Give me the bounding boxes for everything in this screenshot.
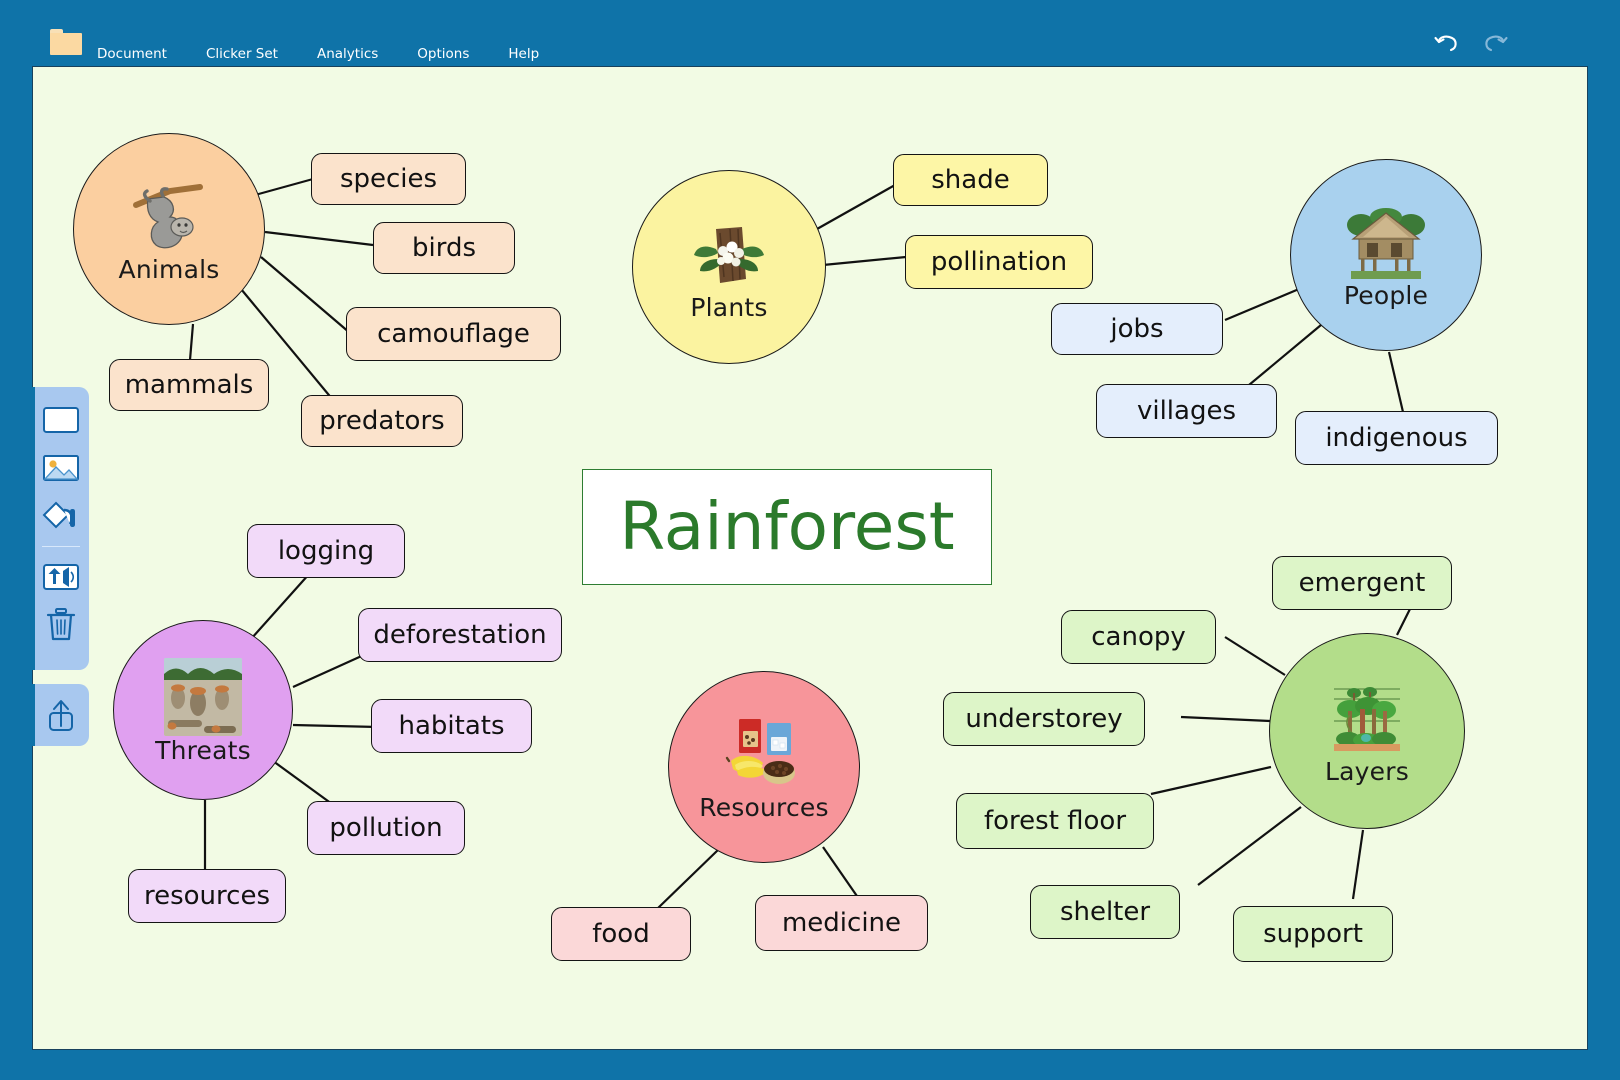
chip-support-text: support	[1263, 919, 1363, 949]
chip-shelter-text: shelter	[1059, 897, 1151, 927]
node-plants[interactable]: Plants	[632, 170, 826, 364]
chip-indigenous-text: indigenous	[1325, 423, 1468, 453]
node-threats[interactable]: Threats	[113, 620, 293, 800]
paint-fill-icon[interactable]	[41, 497, 81, 535]
tool-divider	[41, 546, 80, 547]
chip-habitats-text: habitats	[398, 711, 505, 741]
tool-palette-secondary	[32, 684, 89, 746]
chip-understorey-text: understorey	[965, 704, 1123, 734]
share-icon[interactable]	[41, 696, 81, 734]
chip-pollination[interactable]: pollination	[905, 235, 1093, 289]
application-window: Document Clicker Set Analytics Options H…	[0, 0, 1620, 1080]
chip-forest-floor[interactable]: forest floor	[956, 793, 1154, 849]
mindmap-canvas[interactable]: Rainforest Animals species birds camoufl…	[32, 66, 1588, 1050]
sloth-image	[130, 177, 208, 255]
chip-mammals-text: mammals	[124, 370, 254, 400]
menu-item-help[interactable]: Help	[508, 45, 558, 63]
sound-icon[interactable]	[41, 558, 81, 596]
mindmap-center-title[interactable]: Rainforest	[582, 469, 992, 585]
chip-forest-floor-text: forest floor	[983, 806, 1127, 836]
chip-food[interactable]: food	[551, 907, 691, 961]
chip-pollution[interactable]: pollution	[307, 801, 465, 855]
chip-shade[interactable]: shade	[893, 154, 1048, 206]
chip-indigenous[interactable]: indigenous	[1295, 411, 1498, 465]
chip-understorey[interactable]: understorey	[943, 692, 1145, 746]
window-controls	[1432, 30, 1510, 60]
chip-birds[interactable]: birds	[373, 222, 515, 274]
chip-medicine-text: medicine	[781, 908, 902, 938]
chip-camouflage-text: camouflage	[377, 319, 530, 349]
node-layers-label: Layers	[1325, 756, 1409, 786]
node-people[interactable]: People	[1290, 159, 1482, 351]
node-resources[interactable]: Resources	[668, 671, 860, 863]
undo-icon[interactable]	[1432, 30, 1462, 60]
chip-jobs[interactable]: jobs	[1051, 303, 1223, 355]
chip-predators-text: predators	[319, 406, 445, 436]
chip-species[interactable]: species	[311, 153, 466, 205]
chip-villages[interactable]: villages	[1096, 384, 1277, 438]
chip-food-text: food	[592, 919, 650, 949]
title-bar: Document Clicker Set Analytics Options H…	[0, 0, 1620, 66]
chip-canopy-text: canopy	[1091, 622, 1186, 652]
chip-logging[interactable]: logging	[247, 524, 405, 578]
chip-medicine[interactable]: medicine	[755, 895, 928, 951]
menu-bar: Document Clicker Set Analytics Options H…	[97, 45, 558, 63]
chip-villages-text: villages	[1136, 396, 1237, 426]
chip-jobs-text: jobs	[1110, 314, 1164, 344]
tool-palette	[32, 387, 89, 670]
chip-logging-text: logging	[277, 536, 375, 566]
redo-icon[interactable]	[1480, 30, 1510, 60]
node-threats-label: Threats	[155, 735, 251, 765]
node-animals[interactable]: Animals	[73, 133, 265, 325]
chip-support[interactable]: support	[1233, 906, 1393, 962]
chip-pollination-text: pollination	[930, 247, 1068, 277]
folder-icon[interactable]	[50, 29, 82, 55]
node-animals-label: Animals	[118, 254, 220, 284]
chip-habitats[interactable]: habitats	[371, 699, 532, 753]
food-image	[725, 715, 803, 793]
chip-camouflage[interactable]: camouflage	[346, 307, 561, 361]
chip-shade-text: shade	[931, 165, 1010, 195]
orchid-image	[690, 215, 768, 293]
node-people-label: People	[1343, 280, 1429, 310]
forest-layers-image	[1328, 679, 1406, 757]
chip-predators[interactable]: predators	[301, 395, 463, 447]
chip-threat-resources-text: resources	[143, 881, 270, 911]
chip-pollution-text: pollution	[329, 813, 443, 843]
node-layers[interactable]: Layers	[1269, 633, 1465, 829]
menu-item-document[interactable]: Document	[97, 45, 186, 63]
chip-deforestation[interactable]: deforestation	[358, 608, 562, 662]
trash-icon[interactable]	[41, 606, 81, 644]
chip-species-text: species	[339, 164, 438, 194]
picture-icon[interactable]	[41, 449, 81, 487]
chip-emergent[interactable]: emergent	[1272, 556, 1452, 610]
chip-canopy[interactable]: canopy	[1061, 610, 1216, 664]
center-title-text: Rainforest	[619, 488, 955, 565]
chip-mammals[interactable]: mammals	[109, 359, 269, 411]
tool-palette-edge	[32, 387, 35, 670]
chip-deforestation-text: deforestation	[373, 620, 547, 650]
hut-image	[1347, 203, 1425, 281]
menu-item-clicker-set[interactable]: Clicker Set	[206, 45, 297, 63]
chip-birds-text: birds	[411, 233, 476, 263]
node-plants-label: Plants	[690, 292, 768, 322]
node-resources-label: Resources	[699, 792, 829, 822]
chip-shelter[interactable]: shelter	[1030, 885, 1180, 939]
chip-emergent-text: emergent	[1298, 568, 1426, 598]
chip-threat-resources[interactable]: resources	[128, 869, 286, 923]
deforestation-image	[164, 657, 242, 736]
menu-item-analytics[interactable]: Analytics	[317, 45, 397, 63]
menu-item-options[interactable]: Options	[417, 45, 488, 63]
tool-palette-secondary-edge	[32, 684, 35, 746]
text-box-icon[interactable]	[41, 401, 81, 439]
